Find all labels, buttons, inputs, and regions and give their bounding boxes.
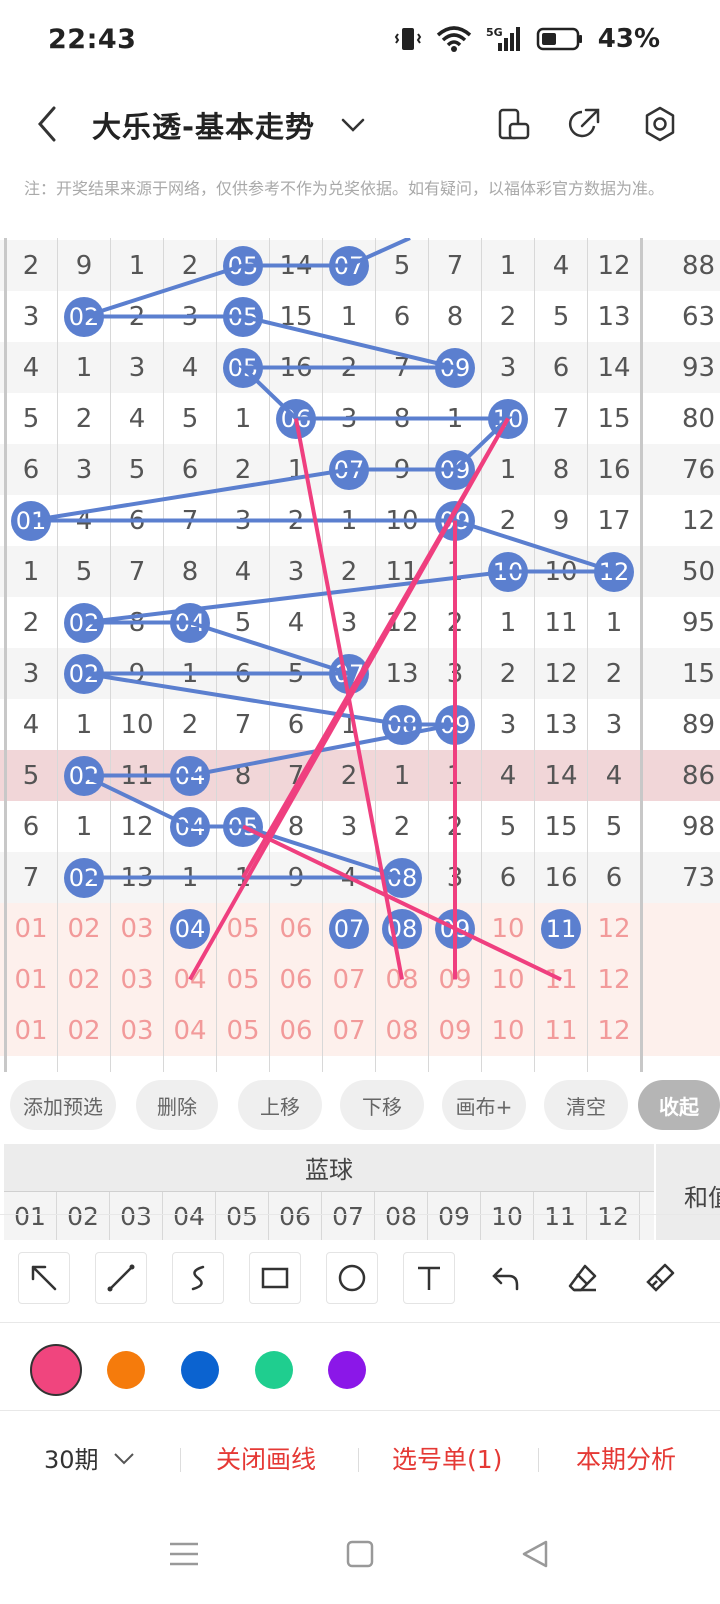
- menu-nav-button[interactable]: [164, 1534, 204, 1574]
- title-dropdown-button[interactable]: [338, 110, 368, 140]
- brush-icon: [646, 1263, 675, 1292]
- settings-button[interactable]: [640, 104, 680, 144]
- arrow-tool-button[interactable]: [18, 1252, 70, 1304]
- blue-ball-number: 03: [110, 1192, 163, 1240]
- arrow-tool-icon: [31, 1265, 57, 1291]
- status-time: 22:43: [48, 24, 137, 55]
- share-button[interactable]: [564, 104, 604, 144]
- color-swatch-blue[interactable]: [181, 1351, 219, 1389]
- home-nav-button[interactable]: [340, 1534, 380, 1574]
- color-swatch-orange[interactable]: [107, 1351, 145, 1389]
- blue-ball-number: 01: [4, 1192, 57, 1240]
- color-swatch-green[interactable]: [255, 1351, 293, 1389]
- blue-ball-number: 12: [587, 1192, 640, 1240]
- page-title[interactable]: 大乐透-基本走势: [92, 104, 315, 146]
- eraser-icon: [568, 1264, 597, 1292]
- action-chip-bar: 添加预选 删除 上移 下移 画布+ 清空 收起: [0, 1080, 720, 1132]
- system-nav-bar: [0, 1510, 720, 1604]
- undo-icon: [492, 1267, 519, 1291]
- undo-button[interactable]: [480, 1252, 532, 1304]
- blue-ball-number: 02: [57, 1192, 110, 1240]
- eraser-button[interactable]: [557, 1252, 609, 1304]
- period-label: 30期: [44, 1446, 99, 1474]
- blue-ball-number: 11: [534, 1192, 587, 1240]
- circle-tool-button[interactable]: [326, 1252, 378, 1304]
- battery-percent: 43%: [597, 24, 660, 54]
- color-picker: [0, 1338, 720, 1408]
- drawing-toolbar: [0, 1252, 720, 1318]
- rotate-screen-icon: [498, 108, 530, 140]
- blue-ball-number: 07: [322, 1192, 375, 1240]
- share-icon: [568, 108, 600, 138]
- move-up-chip[interactable]: 上移: [238, 1080, 322, 1130]
- text-tool-icon: [418, 1266, 440, 1290]
- collapse-chip[interactable]: 收起: [638, 1080, 720, 1130]
- chevron-down-icon: [341, 118, 365, 132]
- app-header: 大乐透-基本走势: [0, 88, 720, 160]
- blue-ball-number: 08: [375, 1192, 428, 1240]
- blue-ball-number: 10: [481, 1192, 534, 1240]
- divider: [0, 1410, 720, 1411]
- disclaimer-notice: 注：开奖结果来源于网络，仅供参考不作为兑奖依据。如有疑问，以福体彩官方数据为准。: [24, 179, 665, 198]
- curve-tool-button[interactable]: [172, 1252, 224, 1304]
- blue-ball-number: 06: [269, 1192, 322, 1240]
- sum-column-header: 和值: [656, 1144, 720, 1240]
- delete-chip[interactable]: 删除: [136, 1080, 218, 1130]
- canvas-plus-chip[interactable]: 画布+: [442, 1080, 526, 1130]
- add-preselect-chip[interactable]: 添加预选: [10, 1080, 116, 1130]
- user-drawn-line: [241, 417, 510, 879]
- period-analysis-button[interactable]: 本期分析: [576, 1440, 676, 1476]
- home-icon: [346, 1540, 374, 1568]
- blue-ball-title: 蓝球: [4, 1144, 654, 1192]
- move-down-chip[interactable]: 下移: [340, 1080, 424, 1130]
- back-nav-button[interactable]: [516, 1534, 556, 1574]
- user-drawn-line: [242, 824, 562, 982]
- clear-chip[interactable]: 清空: [544, 1080, 628, 1130]
- circle-tool-icon: [338, 1264, 366, 1292]
- rectangle-tool-icon: [261, 1267, 289, 1289]
- clear-brush-button[interactable]: [634, 1252, 686, 1304]
- blue-ball-number: 09: [428, 1192, 481, 1240]
- text-tool-button[interactable]: [403, 1252, 455, 1304]
- rectangle-tool-button[interactable]: [249, 1252, 301, 1304]
- divider: [358, 1448, 359, 1472]
- trend-chart[interactable]: 2 9 1 2 05 14 07 5 7 1 4 12 88 3 02 2 3 05 15 1 6 8 2 5 13 63 4 1 3 4…: [0, 238, 720, 1072]
- menu-icon: [170, 1542, 198, 1566]
- status-bar: 22:43 5G 43%: [0, 0, 720, 82]
- blue-ball-number: 05: [216, 1192, 269, 1240]
- back-triangle-icon: [522, 1540, 548, 1568]
- line-tool-icon: [107, 1264, 135, 1292]
- back-button[interactable]: [28, 102, 68, 146]
- close-drawing-button[interactable]: 关闭画线: [216, 1440, 316, 1476]
- color-swatch-pink[interactable]: [30, 1344, 82, 1396]
- rotate-screen-button[interactable]: [494, 104, 534, 144]
- trend-lines-overlay: [30, 238, 615, 982]
- blue-ball-header: 蓝球 010203040506070809101112 和值: [0, 1144, 720, 1240]
- color-swatch-purple[interactable]: [328, 1351, 366, 1389]
- battery-icon: [536, 26, 584, 52]
- signal-icon: 5G: [486, 25, 522, 53]
- curve-tool-icon: [191, 1265, 205, 1291]
- pick-list-button[interactable]: 选号单(1): [392, 1440, 502, 1476]
- network-type: 5G: [486, 26, 503, 39]
- blue-ball-number: 04: [163, 1192, 216, 1240]
- wifi-icon: [436, 25, 472, 53]
- blue-ball-numbers: 01 02 03 04 05 06 07 08 09 10 11 12: [4, 1192, 654, 1240]
- divider: [538, 1448, 539, 1472]
- divider: [180, 1448, 181, 1472]
- line-tool-button[interactable]: [95, 1252, 147, 1304]
- divider: [0, 1322, 720, 1323]
- bottom-action-bar: 30期 关闭画线 选号单(1) 本期分析: [0, 1430, 720, 1490]
- divider: [0, 1214, 720, 1215]
- chevron-down-icon: [113, 1452, 134, 1464]
- vibrate-icon: [394, 25, 422, 53]
- back-arrow-icon: [38, 106, 56, 142]
- gear-icon: [645, 106, 675, 142]
- status-icons: 5G 43%: [394, 24, 660, 54]
- period-selector[interactable]: 30期: [44, 1440, 137, 1475]
